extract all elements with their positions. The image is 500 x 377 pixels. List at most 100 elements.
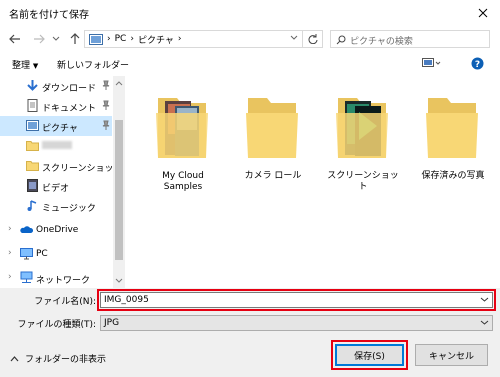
save-button[interactable]: 保存(S) xyxy=(335,344,404,366)
address-bar[interactable]: › PC › ピクチャ › xyxy=(84,30,303,48)
filename-highlight xyxy=(97,289,496,311)
sidebar-item-onedrive[interactable]: › OneDrive xyxy=(0,220,112,240)
folder-icon xyxy=(246,98,298,158)
breadcrumb-pictures[interactable]: ピクチャ xyxy=(138,33,174,46)
sidebar-scrollbar[interactable] xyxy=(113,76,125,288)
folder-label: 保存済みの写真 xyxy=(421,171,485,181)
folder-item-camera-roll[interactable]: カメラ ロール xyxy=(233,86,313,196)
breadcrumb-pc[interactable]: PC xyxy=(115,34,127,44)
save-options-panel: ファイル名(N): IMG_0095 ファイルの種類(T): JPG フォルダー… xyxy=(0,288,500,377)
breadcrumb-separator: › xyxy=(130,34,134,44)
title-bar: 名前を付けて保存 xyxy=(0,0,500,26)
chevron-down-icon[interactable] xyxy=(480,318,489,327)
navigation-pane: ダウンロード ドキュメント ピクチャ スクリーンショット ビデオ ミュージック … xyxy=(0,76,125,288)
navigation-bar: › PC › ピクチャ › ピクチャの検索 xyxy=(0,26,500,52)
breadcrumb-separator: › xyxy=(107,34,111,44)
organize-label: 整理 xyxy=(12,61,31,71)
sidebar-item-label: ビデオ xyxy=(42,184,70,194)
search-placeholder: ピクチャの検索 xyxy=(350,37,413,47)
hide-folders-toggle[interactable]: フォルダーの非表示 xyxy=(10,352,106,365)
pictures-location-icon xyxy=(89,33,103,45)
sidebar-item-label: PC xyxy=(36,249,48,259)
pin-icon[interactable] xyxy=(101,120,111,130)
sidebar-item-label: スクリーンショット xyxy=(42,164,123,174)
up-button[interactable] xyxy=(66,30,84,48)
hide-folders-label: フォルダーの非表示 xyxy=(25,355,107,365)
pin-icon[interactable] xyxy=(101,100,111,110)
music-icon xyxy=(27,200,37,211)
folder-item-my-cloud-samples[interactable]: My Cloud Samples xyxy=(143,86,223,196)
back-button[interactable] xyxy=(6,30,24,48)
folder-with-photos-icon xyxy=(156,98,208,158)
help-icon: ? xyxy=(471,57,484,70)
download-icon xyxy=(27,80,38,91)
sidebar-item-label: ドキュメント xyxy=(42,104,97,114)
recent-locations-button[interactable] xyxy=(50,30,62,48)
pin-icon[interactable] xyxy=(101,80,111,90)
file-list: My Cloud Samples カメラ ロール スクリーンショット 保存済みの… xyxy=(125,76,500,288)
sidebar-item-screenshots[interactable]: スクリーンショット xyxy=(0,156,123,176)
view-icon xyxy=(422,58,441,67)
chevron-down-icon[interactable] xyxy=(290,34,298,42)
sidebar-item-downloads[interactable]: ダウンロード xyxy=(0,76,112,96)
expand-icon[interactable]: › xyxy=(8,248,12,258)
folder-icon xyxy=(26,141,39,151)
sidebar-item-pictures[interactable]: ピクチャ xyxy=(0,116,112,136)
scroll-up-icon[interactable] xyxy=(113,78,125,88)
sidebar-item-label: ダウンロード xyxy=(42,84,97,94)
view-options-button[interactable] xyxy=(422,57,442,72)
back-arrow-icon xyxy=(9,34,20,44)
folder-item-screenshots[interactable]: スクリーンショット xyxy=(323,86,403,196)
folder-label: My Cloud Samples xyxy=(162,171,204,192)
chevron-up-icon xyxy=(10,356,19,362)
video-icon xyxy=(27,179,38,192)
organize-button[interactable]: 整理 ▼ xyxy=(12,58,38,71)
scroll-down-icon[interactable] xyxy=(113,276,125,286)
sidebar-item-label: OneDrive xyxy=(36,225,79,235)
expand-icon[interactable]: › xyxy=(8,224,12,234)
help-button[interactable]: ? xyxy=(471,57,484,73)
refresh-icon xyxy=(308,34,317,44)
forward-arrow-icon xyxy=(34,34,45,44)
sidebar-item-label: ミュージック xyxy=(42,204,96,214)
onedrive-cloud-icon xyxy=(20,226,33,233)
folder-icon xyxy=(426,98,478,158)
filetype-select[interactable]: JPG xyxy=(100,315,493,331)
sidebar-item-folder[interactable] xyxy=(0,136,112,156)
sidebar-item-label xyxy=(42,141,72,149)
filename-label: ファイル名(N): xyxy=(34,297,96,307)
sidebar-item-pc[interactable]: › PC xyxy=(0,244,112,264)
filetype-label: ファイルの種類(T): xyxy=(17,320,96,330)
sidebar-item-label: ネットワーク xyxy=(36,276,91,286)
dropdown-arrow-icon: ▼ xyxy=(32,62,39,70)
folder-with-photos-icon xyxy=(336,98,388,158)
search-input[interactable]: ピクチャの検索 xyxy=(330,30,490,48)
scrollbar-thumb[interactable] xyxy=(115,120,123,260)
close-button[interactable] xyxy=(466,0,500,26)
sidebar-item-network[interactable]: › ネットワーク xyxy=(0,268,112,288)
command-toolbar: 整理 ▼ 新しいフォルダー ? xyxy=(0,52,500,76)
sidebar-item-videos[interactable]: ビデオ xyxy=(0,176,112,196)
expand-icon[interactable]: › xyxy=(8,272,12,282)
refresh-button[interactable] xyxy=(303,30,323,48)
pc-monitor-icon xyxy=(20,248,33,260)
filetype-value: JPG xyxy=(104,318,120,328)
folder-label: スクリーンショット xyxy=(327,171,399,192)
cancel-button[interactable]: キャンセル xyxy=(415,344,488,366)
document-icon xyxy=(27,99,38,112)
breadcrumb-separator: › xyxy=(177,34,182,44)
new-folder-button[interactable]: 新しいフォルダー xyxy=(57,58,129,71)
folder-icon xyxy=(26,161,39,171)
up-arrow-icon xyxy=(70,33,80,44)
sidebar-item-documents[interactable]: ドキュメント xyxy=(0,96,112,116)
search-icon xyxy=(336,35,346,45)
sidebar-item-music[interactable]: ミュージック xyxy=(0,196,112,216)
chevron-down-icon xyxy=(52,36,60,41)
pictures-icon xyxy=(26,120,39,131)
svg-text:?: ? xyxy=(475,60,480,70)
sidebar-item-label: ピクチャ xyxy=(42,124,78,134)
close-icon xyxy=(478,8,488,18)
forward-button[interactable] xyxy=(30,30,48,48)
dialog-title: 名前を付けて保存 xyxy=(9,10,89,21)
folder-item-saved-pictures[interactable]: 保存済みの写真 xyxy=(413,86,493,196)
